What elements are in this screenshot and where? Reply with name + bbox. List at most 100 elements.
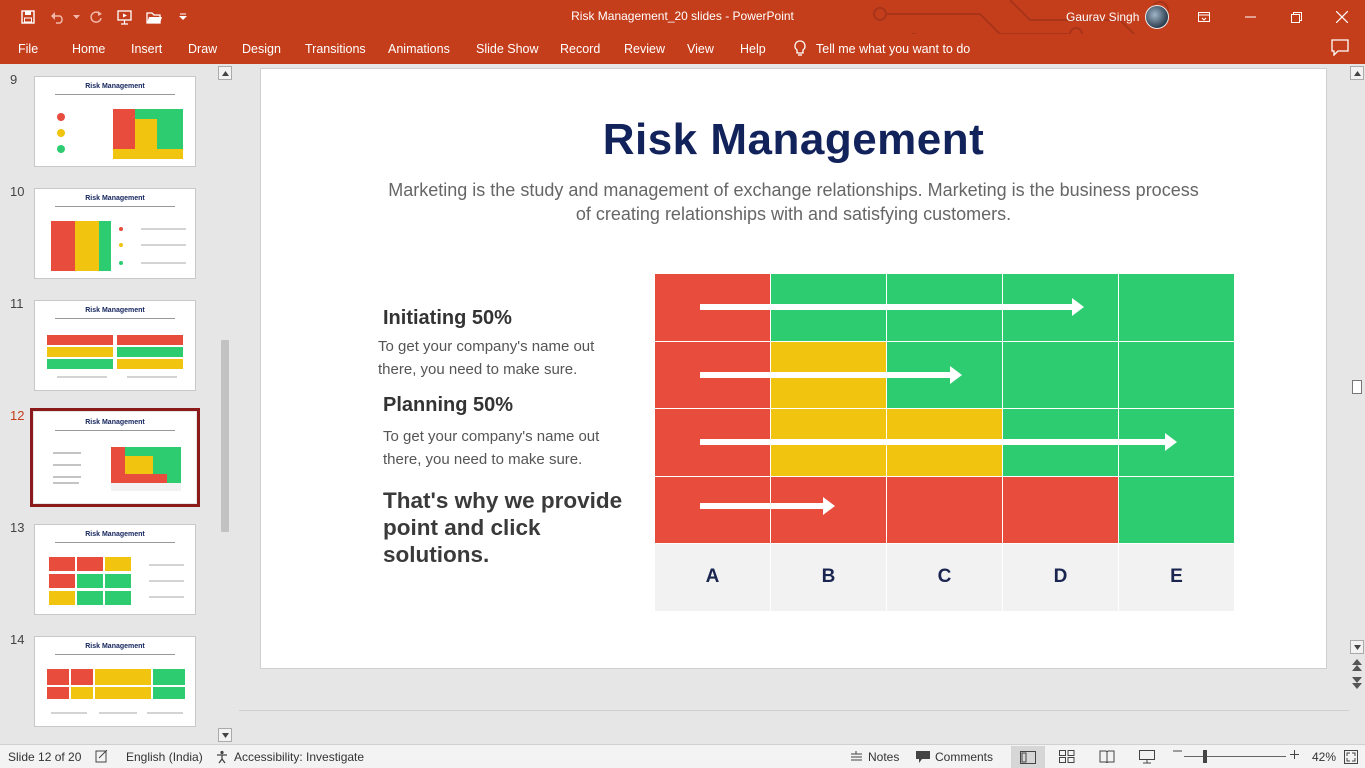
thumb-number: 12 — [10, 408, 25, 423]
comment-icon — [916, 751, 930, 763]
thumb-title: Risk Management — [85, 419, 145, 426]
user-name[interactable]: Gaurav Singh — [1066, 10, 1139, 24]
notes-pane[interactable] — [239, 710, 1349, 744]
lightbulb-icon — [794, 40, 806, 56]
thumb-title: Risk Management — [85, 83, 145, 90]
thumbnail-slide-11[interactable]: Risk Management — [34, 300, 196, 391]
thumbnail-slide-13[interactable]: Risk Management — [34, 524, 196, 615]
tab-file[interactable]: File — [18, 42, 38, 56]
risk-arrow — [700, 365, 963, 384]
language-selector[interactable]: English (India) — [126, 750, 203, 764]
matrix-cell — [1003, 341, 1118, 408]
ribbon-display-options-icon[interactable] — [1181, 0, 1227, 34]
matrix-cell — [1003, 476, 1118, 543]
tab-transitions[interactable]: Transitions — [305, 42, 366, 56]
powerpoint-window: Risk Management_20 slides - PowerPoint G… — [0, 0, 1365, 768]
item-heading-planning[interactable]: Planning 50% — [383, 394, 513, 417]
item-body-planning[interactable]: To get your company's name out there, yo… — [383, 425, 623, 471]
tab-review[interactable]: Review — [624, 42, 665, 56]
slide-show-icon[interactable] — [1139, 750, 1155, 764]
thumbnail-slide-12[interactable]: Risk Management — [30, 408, 200, 507]
restore-icon[interactable] — [1273, 0, 1319, 34]
status-bar: Slide 12 of 20 English (India) Accessibi… — [0, 744, 1365, 768]
close-icon[interactable] — [1319, 0, 1365, 34]
zoom-out-icon[interactable] — [1173, 750, 1182, 752]
previous-slide-icon[interactable] — [1352, 658, 1362, 676]
slide-tagline[interactable]: That's why we provide point and click so… — [383, 487, 623, 568]
tab-help[interactable]: Help — [740, 42, 766, 56]
spell-check-icon[interactable] — [95, 750, 109, 763]
tab-home[interactable]: Home — [72, 42, 105, 56]
tab-slide-show[interactable]: Slide Show — [476, 42, 539, 56]
thumbnail-slide-9[interactable]: Risk Management — [34, 76, 196, 167]
thumb-number: 11 — [10, 296, 24, 311]
thumbnail-scrollbar[interactable] — [218, 64, 232, 744]
thumb-title: Risk Management — [85, 195, 145, 202]
scrollbar-thumb[interactable] — [221, 340, 229, 532]
slide-thumbnail-pane: 9 Risk Management 10 Risk Management 11 … — [0, 64, 237, 744]
slide-sorter-icon[interactable] — [1059, 750, 1075, 763]
title-bar: Risk Management_20 slides - PowerPoint G… — [0, 0, 1365, 34]
thumb-number: 9 — [10, 72, 18, 87]
zoom-slider[interactable] — [1184, 756, 1286, 757]
slide-title[interactable]: Risk Management — [261, 115, 1326, 165]
matrix-column-label: D — [1003, 544, 1118, 611]
slide-canvas[interactable]: Risk Management Marketing is the study a… — [260, 68, 1327, 669]
notes-label: Notes — [868, 750, 900, 764]
scrollbar-thumb[interactable] — [1352, 380, 1362, 394]
next-slide-icon[interactable] — [1352, 676, 1362, 694]
editor-scrollbar[interactable] — [1349, 64, 1365, 744]
slide-indicator[interactable]: Slide 12 of 20 — [8, 750, 81, 764]
thumb-title: Risk Management — [85, 531, 145, 538]
tab-design[interactable]: Design — [242, 42, 281, 56]
tab-draw[interactable]: Draw — [188, 42, 217, 56]
matrix-column-label: A — [655, 544, 770, 611]
scroll-up-icon[interactable] — [1350, 66, 1364, 80]
accessibility-label: Accessibility: Investigate — [234, 750, 365, 764]
comments-icon[interactable] — [1331, 39, 1349, 61]
reading-view-icon[interactable] — [1099, 750, 1115, 763]
thumb-number: 14 — [10, 632, 25, 647]
thumb-number: 10 — [10, 184, 25, 199]
comments-label: Comments — [935, 750, 994, 764]
zoom-slider-handle[interactable] — [1203, 750, 1207, 763]
accessibility-checker[interactable]: Accessibility: Investigate — [215, 750, 364, 764]
tab-record[interactable]: Record — [560, 42, 600, 56]
risk-arrow — [700, 496, 835, 515]
thumbnail-slide-14[interactable]: Risk Management — [34, 636, 196, 727]
matrix-cell — [1119, 476, 1234, 543]
risk-arrow — [700, 433, 1177, 452]
zoom-in-icon[interactable] — [1290, 750, 1299, 759]
scroll-down-icon[interactable] — [1350, 640, 1364, 654]
matrix-column-label: C — [887, 544, 1002, 611]
matrix-cell — [1119, 274, 1234, 341]
avatar[interactable] — [1145, 5, 1169, 29]
scroll-up-icon[interactable] — [218, 66, 232, 80]
zoom-level[interactable]: 42% — [1312, 750, 1336, 764]
thumbnail-slide-10[interactable]: Risk Management — [34, 188, 196, 279]
normal-view-icon[interactable] — [1011, 746, 1045, 768]
matrix-column-label: B — [771, 544, 886, 611]
tab-animations[interactable]: Animations — [388, 42, 450, 56]
matrix-cell — [887, 476, 1002, 543]
comments-button[interactable]: Comments — [916, 750, 993, 764]
minimize-icon[interactable] — [1227, 0, 1273, 34]
scroll-down-icon[interactable] — [218, 728, 232, 742]
slide-editor: Risk Management Marketing is the study a… — [239, 64, 1349, 744]
tell-me-search[interactable]: Tell me what you want to do — [793, 40, 970, 57]
slide-subtitle[interactable]: Marketing is the study and management of… — [381, 178, 1206, 226]
accessibility-icon — [217, 750, 227, 764]
thumb-number: 13 — [10, 520, 25, 535]
notes-icon — [851, 751, 862, 761]
risk-matrix[interactable]: ABCDE — [655, 274, 1234, 611]
matrix-cell — [1119, 341, 1234, 408]
fit-to-window-icon[interactable] — [1344, 750, 1358, 764]
tab-view[interactable]: View — [687, 42, 714, 56]
risk-arrow — [700, 298, 1085, 317]
matrix-column-label: E — [1119, 544, 1234, 611]
item-body-initiating[interactable]: To get your company's name out there, yo… — [378, 335, 618, 381]
item-heading-initiating[interactable]: Initiating 50% — [383, 307, 512, 330]
thumb-title: Risk Management — [85, 643, 145, 650]
tab-insert[interactable]: Insert — [131, 42, 162, 56]
notes-button[interactable]: Notes — [850, 750, 899, 764]
